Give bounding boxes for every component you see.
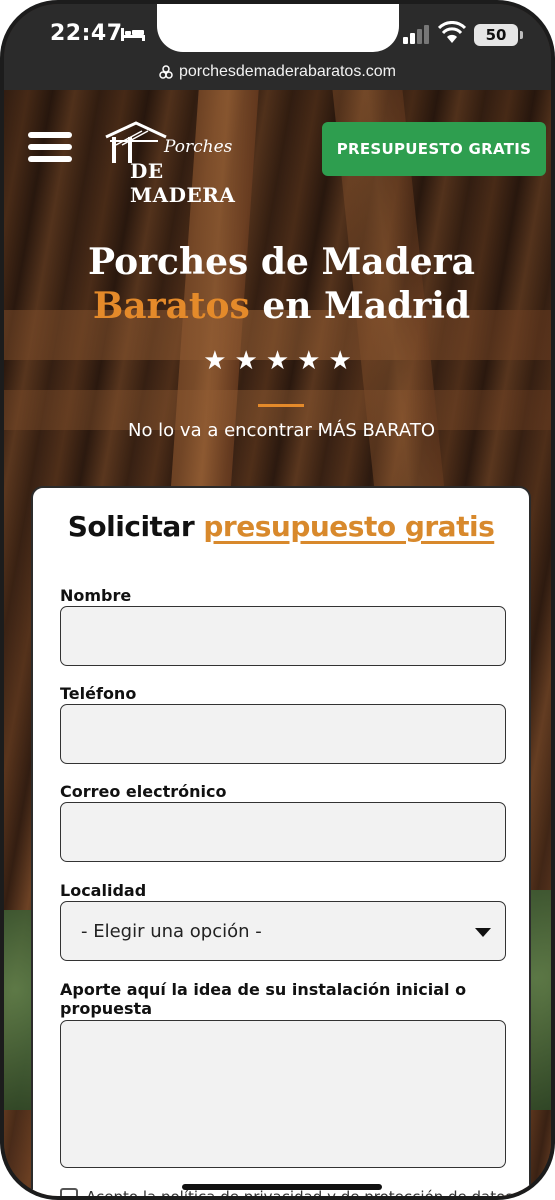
- phone-label: Teléfono: [60, 684, 137, 703]
- hero-title-line1: Porches de Madera: [87, 241, 476, 283]
- accent-divider: [258, 404, 304, 407]
- phone-field[interactable]: [60, 704, 506, 764]
- logo-text-top: Porches: [164, 137, 233, 157]
- dynamic-island-notch: [157, 4, 399, 52]
- email-label: Correo electrónico: [60, 782, 227, 801]
- form-title-prefix: Solicitar: [67, 510, 204, 543]
- hero-tagline: No lo va a encontrar MÁS BARATO: [127, 420, 435, 441]
- locality-select-value: - Elegir una opción -: [81, 920, 262, 942]
- battery-indicator: 50: [474, 24, 518, 46]
- name-field[interactable]: [60, 606, 506, 666]
- wifi-icon: [438, 21, 466, 43]
- status-time: 22:47: [50, 21, 123, 46]
- hero-title: Porches de Madera Baratos en Madrid: [4, 240, 551, 328]
- hero-title-line2: Baratos en Madrid: [4, 284, 551, 328]
- cellular-signal-icon: [403, 25, 429, 44]
- hamburger-menu-icon[interactable]: [28, 132, 72, 166]
- form-title-link[interactable]: presupuesto gratis: [203, 510, 494, 543]
- idea-textarea[interactable]: [60, 1020, 506, 1168]
- privacy-checkbox[interactable]: [60, 1188, 78, 1196]
- quote-form-card: Solicitar presupuesto gratis Nombre Telé…: [31, 486, 531, 1196]
- battery-tip: [520, 31, 523, 39]
- rating-stars: ★★★★★: [203, 346, 360, 376]
- site-settings-icon: [159, 65, 173, 79]
- sleep-focus-icon: [121, 28, 145, 41]
- name-label: Nombre: [60, 586, 132, 605]
- device-frame: 22:47 50 porchesdemaderabaratos.com Porc…: [0, 0, 555, 1200]
- logo-text-bottom: DE MADERA: [130, 159, 236, 207]
- greenery: [4, 910, 34, 1110]
- home-indicator[interactable]: [182, 1184, 382, 1190]
- form-title: Solicitar presupuesto gratis: [33, 510, 529, 543]
- url-text: porchesdemaderabaratos.com: [178, 63, 396, 80]
- hero-title-rest: en Madrid: [249, 285, 471, 327]
- screen: 22:47 50 porchesdemaderabaratos.com Porc…: [4, 4, 551, 1196]
- locality-select[interactable]: - Elegir una opción -: [60, 901, 506, 961]
- free-quote-button[interactable]: PRESUPUESTO GRATIS: [322, 122, 546, 176]
- idea-label: Aporte aquí la idea de su instalación in…: [60, 980, 467, 1018]
- site-logo[interactable]: Porches DE MADERA: [102, 119, 262, 207]
- dropdown-arrow-icon: [475, 928, 491, 937]
- email-field[interactable]: [60, 802, 506, 862]
- hero-title-accent: Baratos: [92, 285, 250, 327]
- locality-label: Localidad: [60, 881, 147, 900]
